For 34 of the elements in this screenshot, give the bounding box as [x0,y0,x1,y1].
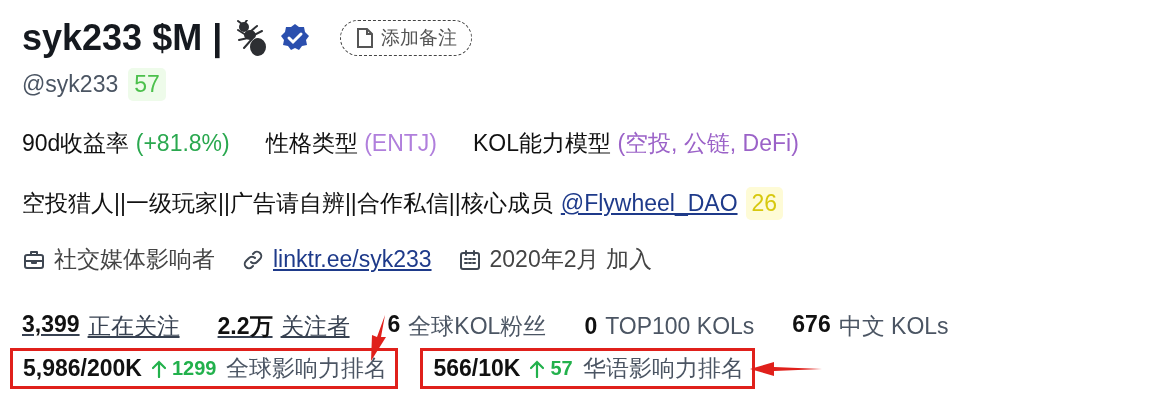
score-badge: 57 [128,67,166,101]
rank-value: 566/10K [433,355,521,382]
count-label[interactable]: 关注者 [280,311,350,342]
mention-link[interactable]: @Flywheel_DAO [560,190,738,217]
trait-text: 性格类型 (ENTJ) [265,129,437,158]
trait-text: KOL能力模型 (空投, 公链, DeFi) [472,129,799,158]
calendar-icon [457,247,482,272]
count-value: 676 [792,311,831,339]
count-value[interactable]: 2.2万 [217,311,273,342]
meta-text: 社交媒体影响者 [54,245,215,274]
user-handle: @syk233 [22,70,119,98]
arrow-up-icon [530,359,545,378]
note-icon [355,27,376,49]
meta-text: 2020年2月 加入 [489,245,652,274]
rank-change: 57 [550,357,573,380]
count-label: TOP100 KOLs [605,313,755,340]
count-label: 中文 KOLs [838,312,949,341]
ant-icon [234,20,269,56]
profile-name: syk233 $M | [22,17,223,59]
arrow-up-icon [151,359,166,378]
count-value: 6 [387,311,401,339]
rank-value: 5,986/200K [23,355,142,382]
website-link[interactable]: linktr.ee/syk233 [273,246,432,273]
count-label: 全球KOL粉丝 [408,312,547,341]
add-note-button[interactable]: 添加备注 [340,20,473,56]
trait-text: 90d收益率 (+81.8%) [22,129,230,158]
bio-text: 空投猎人||一级玩家||广告请自辨||合作私信||核心成员 [22,189,553,218]
rank-label: 全球影响力排名 [226,354,388,383]
score-badge: 26 [745,187,784,220]
count-value[interactable]: 3,399 [22,311,80,342]
count-label[interactable]: 正在关注 [87,311,180,342]
rank-change: 1299 [171,357,217,380]
rank-label: 华语影响力排名 [582,354,744,383]
count-value: 0 [584,313,598,340]
